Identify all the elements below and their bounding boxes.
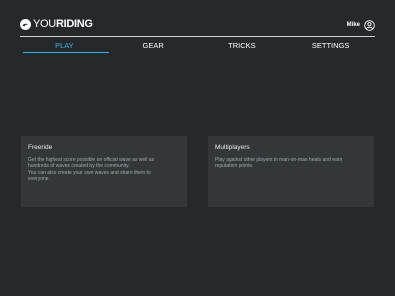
freeride-card[interactable]: Freeride Get the highest score possible … <box>21 136 187 207</box>
freeride-description-line: Get the highest score possible on offici… <box>28 157 155 163</box>
multiplayers-description-line: Play against other players in man-on-man… <box>215 157 343 163</box>
user-name: Mike <box>346 22 360 28</box>
logo-text-riding: RIDING <box>55 18 93 30</box>
tab-bar: PLAY GEAR TRICKS SETTINGS <box>20 39 375 54</box>
tab-gear[interactable]: GEAR <box>109 39 198 54</box>
header: YOU RIDING Mike <box>20 15 375 35</box>
header-divider <box>20 36 375 37</box>
freeride-description-line: hundreds of waves created by the communi… <box>28 163 130 170</box>
freeride-description-line: You can also create your own waves and s… <box>28 169 151 176</box>
freeride-description: Get the highest score possible on offici… <box>28 157 180 182</box>
multiplayers-description-line: reputation points. <box>215 163 254 170</box>
logo-text-you: YOU <box>33 18 56 30</box>
tab-settings[interactable]: SETTINGS <box>286 39 375 54</box>
freeride-description-line: everyone. <box>28 175 50 182</box>
tab-play[interactable]: PLAY <box>20 39 109 54</box>
youriding-logo-icon <box>20 18 31 30</box>
multiplayers-card[interactable]: Multiplayers Play against other players … <box>208 136 374 207</box>
app-screen: YOU RIDING Mike PLAY GEAR TRICKS SETTINGS… <box>0 0 395 296</box>
tab-tricks[interactable]: TRICKS <box>198 39 287 54</box>
user-profile[interactable]: Mike <box>347 15 375 35</box>
app-logo: YOU RIDING <box>20 17 93 31</box>
multiplayers-title: Multiplayers <box>215 144 250 151</box>
multiplayers-description: Play against other players in man-on-man… <box>215 157 367 170</box>
freeride-title: Freeride <box>28 144 53 151</box>
user-avatar-icon[interactable] <box>364 19 375 31</box>
